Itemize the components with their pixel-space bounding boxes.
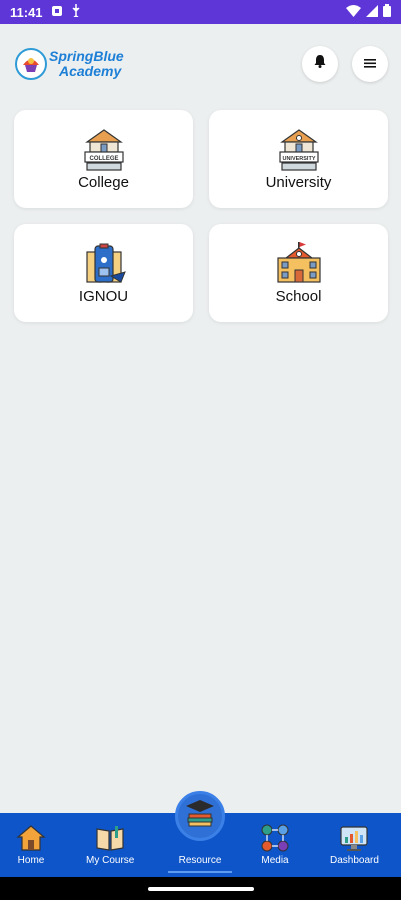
category-card-school[interactable]: School [209, 224, 388, 322]
resource-icon [184, 798, 216, 835]
active-indicator [168, 871, 232, 873]
nav-item-resource[interactable] [175, 791, 225, 841]
wifi-icon [346, 4, 361, 20]
nav-label: Resource [178, 855, 222, 866]
usb-icon [71, 4, 81, 20]
nav-label: My Course [86, 855, 135, 866]
home-gesture-handle[interactable] [148, 887, 254, 891]
svg-text:COLLEGE: COLLEGE [89, 156, 118, 162]
category-card-university[interactable]: UNIVERSITY University [209, 110, 388, 208]
nav-item-dashboard[interactable]: Dashboard [330, 823, 379, 866]
dashboard-icon [339, 823, 369, 853]
app-header: SpringBlue Academy [0, 40, 401, 90]
svg-text:UNIVERSITY: UNIVERSITY [282, 156, 315, 162]
logo-emblem-icon [15, 48, 47, 80]
menu-button[interactable] [352, 46, 388, 82]
logo-line1: SpringBlue [49, 48, 124, 64]
battery-icon [383, 4, 391, 20]
category-label: IGNOU [78, 287, 129, 305]
app-logo[interactable]: SpringBlue Academy [15, 48, 124, 80]
nav-label: Media [261, 855, 289, 866]
signal-icon [366, 4, 378, 20]
university-icon: UNIVERSITY [276, 128, 322, 172]
notification-icon [51, 5, 63, 20]
book-icon [95, 823, 125, 853]
media-icon [260, 823, 290, 853]
category-card-college[interactable]: COLLEGE College [14, 110, 193, 208]
status-bar: 11:41 [0, 0, 401, 24]
college-icon: COLLEGE [81, 128, 127, 172]
status-time: 11:41 [10, 4, 43, 20]
school-icon [276, 241, 322, 286]
home-icon [16, 823, 46, 853]
bell-icon [314, 55, 326, 73]
nav-item-media[interactable]: Media [260, 823, 290, 866]
notifications-button[interactable] [302, 46, 338, 82]
menu-icon [364, 55, 376, 73]
category-label: College [78, 173, 129, 191]
bottom-nav: Home My Course Resource Media Dashboard [0, 791, 401, 877]
nav-label: Home [17, 855, 45, 866]
category-label: University [265, 173, 332, 191]
category-grid: COLLEGE College UNIVERSITY University IG… [14, 110, 388, 322]
category-card-ignou[interactable]: IGNOU [14, 224, 193, 322]
category-label: School [275, 287, 322, 305]
logo-line2: Academy [59, 63, 122, 79]
nav-label: Dashboard [330, 855, 379, 866]
ignou-icon [81, 242, 127, 286]
system-gesture-bar [0, 877, 401, 900]
nav-item-my-course[interactable]: My Course [86, 823, 134, 866]
nav-item-home[interactable]: Home [16, 823, 46, 866]
